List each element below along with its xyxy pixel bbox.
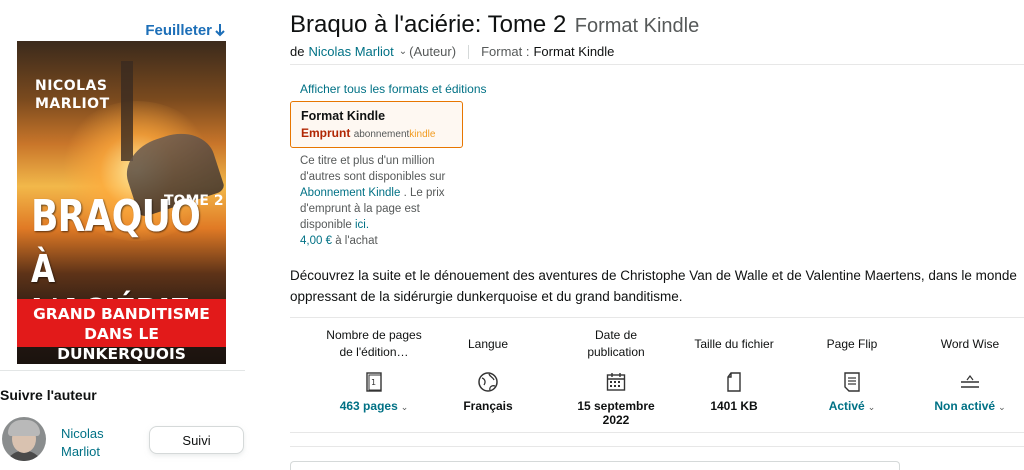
- swatch-abonnement: abonnement: [353, 129, 410, 140]
- author-avatar[interactable]: [2, 417, 46, 461]
- byline: de Nicolas Marliot ⌄ (Auteur) Format : F…: [290, 44, 614, 59]
- attr-pageflip-label: Page Flip: [826, 336, 878, 351]
- attr-language: Langue Français: [438, 327, 538, 414]
- swatch-kindle: kindle: [409, 129, 436, 140]
- cover-author-line1: NICOLAS: [35, 78, 108, 94]
- byline-by: de: [290, 44, 305, 59]
- product-title: Braquo à l'aciérie: Tome 2: [290, 11, 567, 38]
- follow-author-first[interactable]: Nicolas: [61, 425, 121, 443]
- format-swatch-kindle[interactable]: Format Kindle Emprunt abonnementkindle: [290, 101, 463, 148]
- attr-pageflip-value-text[interactable]: Activé: [829, 399, 865, 413]
- cover-crane-arm: [121, 61, 133, 161]
- swatch-title: Format Kindle: [301, 109, 386, 123]
- cover-banner: GRAND BANDITISME DANS LE DUNKERQUOIS: [17, 299, 226, 363]
- price-link[interactable]: 4,00 €: [300, 235, 332, 247]
- ici-link[interactable]: ici.: [355, 219, 369, 231]
- ku-note-text-1: Ce titre et plus d'un million d'autres s…: [300, 155, 446, 183]
- chevron-down-icon[interactable]: ⌄: [399, 46, 407, 57]
- attr-pages: Nombre de pages de l'édition… 1 463 page…: [324, 327, 424, 413]
- attr-size-value: 1401 KB: [710, 399, 758, 413]
- attr-word-wise: Word Wise Non activé ⌄: [920, 327, 1020, 414]
- attr-pages-value-text[interactable]: 463 pages: [340, 399, 398, 413]
- word-wise-icon: [920, 365, 1020, 399]
- attr-date-label: Date de publication: [587, 328, 645, 359]
- cover-title-line1: BRAQUO: [31, 191, 201, 242]
- format-label: Format :: [481, 44, 530, 59]
- left-column: Feuilleter NICOLAS MARLIOT TOME 2 BRAQUO…: [0, 0, 245, 470]
- product-description: Découvrez la suite et le dénouement des …: [290, 268, 1017, 304]
- follow-author-title: Suivre l'auteur: [0, 387, 97, 403]
- product-attributes: Nombre de pages de l'édition… 1 463 page…: [290, 327, 1024, 427]
- attr-date-value: 15 septembre 2022: [577, 399, 655, 427]
- author-link[interactable]: Nicolas Marliot: [308, 44, 393, 59]
- attr-language-value: Français: [463, 399, 513, 413]
- divider: [0, 370, 245, 371]
- chevron-down-icon[interactable]: ⌄: [998, 402, 1006, 412]
- attr-pages-label: Nombre de pages de l'édition…: [326, 328, 422, 359]
- preview-link[interactable]: Feuilleter: [145, 22, 226, 39]
- preview-label[interactable]: Feuilleter: [145, 22, 212, 39]
- globe-icon: [438, 365, 538, 399]
- page-flip-icon: [802, 365, 902, 399]
- buy-box-top: [290, 461, 900, 470]
- file-icon: [684, 365, 784, 399]
- chevron-down-icon[interactable]: ⌄: [868, 402, 876, 412]
- attr-pageflip-value[interactable]: Activé ⌄: [802, 399, 902, 413]
- attr-language-label: Langue: [467, 336, 509, 351]
- attr-file-size: Taille du fichier 1401 KB: [684, 327, 784, 414]
- book-pages-icon: 1: [324, 365, 424, 399]
- format-value: Format Kindle: [533, 44, 615, 59]
- divider: [290, 432, 1024, 433]
- ku-link[interactable]: Abonnement Kindle: [300, 187, 400, 199]
- arrow-down-icon: [215, 24, 225, 37]
- cover-author-line2: MARLIOT: [35, 96, 110, 112]
- attr-page-flip: Page Flip Activé ⌄: [802, 327, 902, 414]
- product-title-line: Braquo à l'aciérie: Tome 2 Format Kindle: [290, 11, 699, 39]
- author-role: (Auteur): [409, 44, 457, 59]
- attr-size-label: Taille du fichier: [694, 336, 774, 351]
- follow-author-last[interactable]: Marliot: [61, 443, 121, 461]
- cover-author: NICOLAS MARLIOT: [35, 77, 110, 113]
- book-cover[interactable]: NICOLAS MARLIOT TOME 2 BRAQUO À L'ACIÉRI…: [17, 41, 226, 364]
- cover-banner-line2: DANS LE DUNKERQUOIS: [57, 325, 186, 363]
- attr-wordwise-label: Word Wise: [940, 336, 1000, 351]
- svg-text:1: 1: [371, 378, 376, 387]
- attr-wordwise-value-text[interactable]: Non activé: [934, 399, 995, 413]
- product-format-suffix: Format Kindle: [574, 15, 700, 37]
- kindle-unlimited-note: Ce titre et plus d'un million d'autres s…: [300, 153, 460, 249]
- divider: [290, 64, 1024, 65]
- attr-pages-value[interactable]: 463 pages ⌄: [324, 399, 424, 413]
- chevron-down-icon[interactable]: ⌄: [401, 402, 409, 412]
- avatar-hair: [8, 420, 40, 436]
- all-formats-link[interactable]: Afficher tous les formats et éditions: [300, 82, 487, 96]
- follow-button[interactable]: Suivi: [149, 426, 244, 454]
- byline-separator: [468, 44, 470, 59]
- swatch-emprunt: Emprunt: [301, 126, 351, 140]
- swatch-emprunt-line: Emprunt abonnementkindle: [301, 126, 452, 140]
- attr-wordwise-value[interactable]: Non activé ⌄: [920, 399, 1020, 413]
- attr-publication-date: Date de publication 15 septembre 2022: [566, 327, 666, 427]
- calendar-icon: [566, 365, 666, 399]
- cover-banner-line1: GRAND BANDITISME: [33, 305, 210, 323]
- divider: [290, 317, 1024, 318]
- follow-author-name[interactable]: Nicolas Marliot: [61, 425, 121, 461]
- price-suffix: à l'achat: [335, 235, 378, 247]
- divider: [290, 446, 1024, 447]
